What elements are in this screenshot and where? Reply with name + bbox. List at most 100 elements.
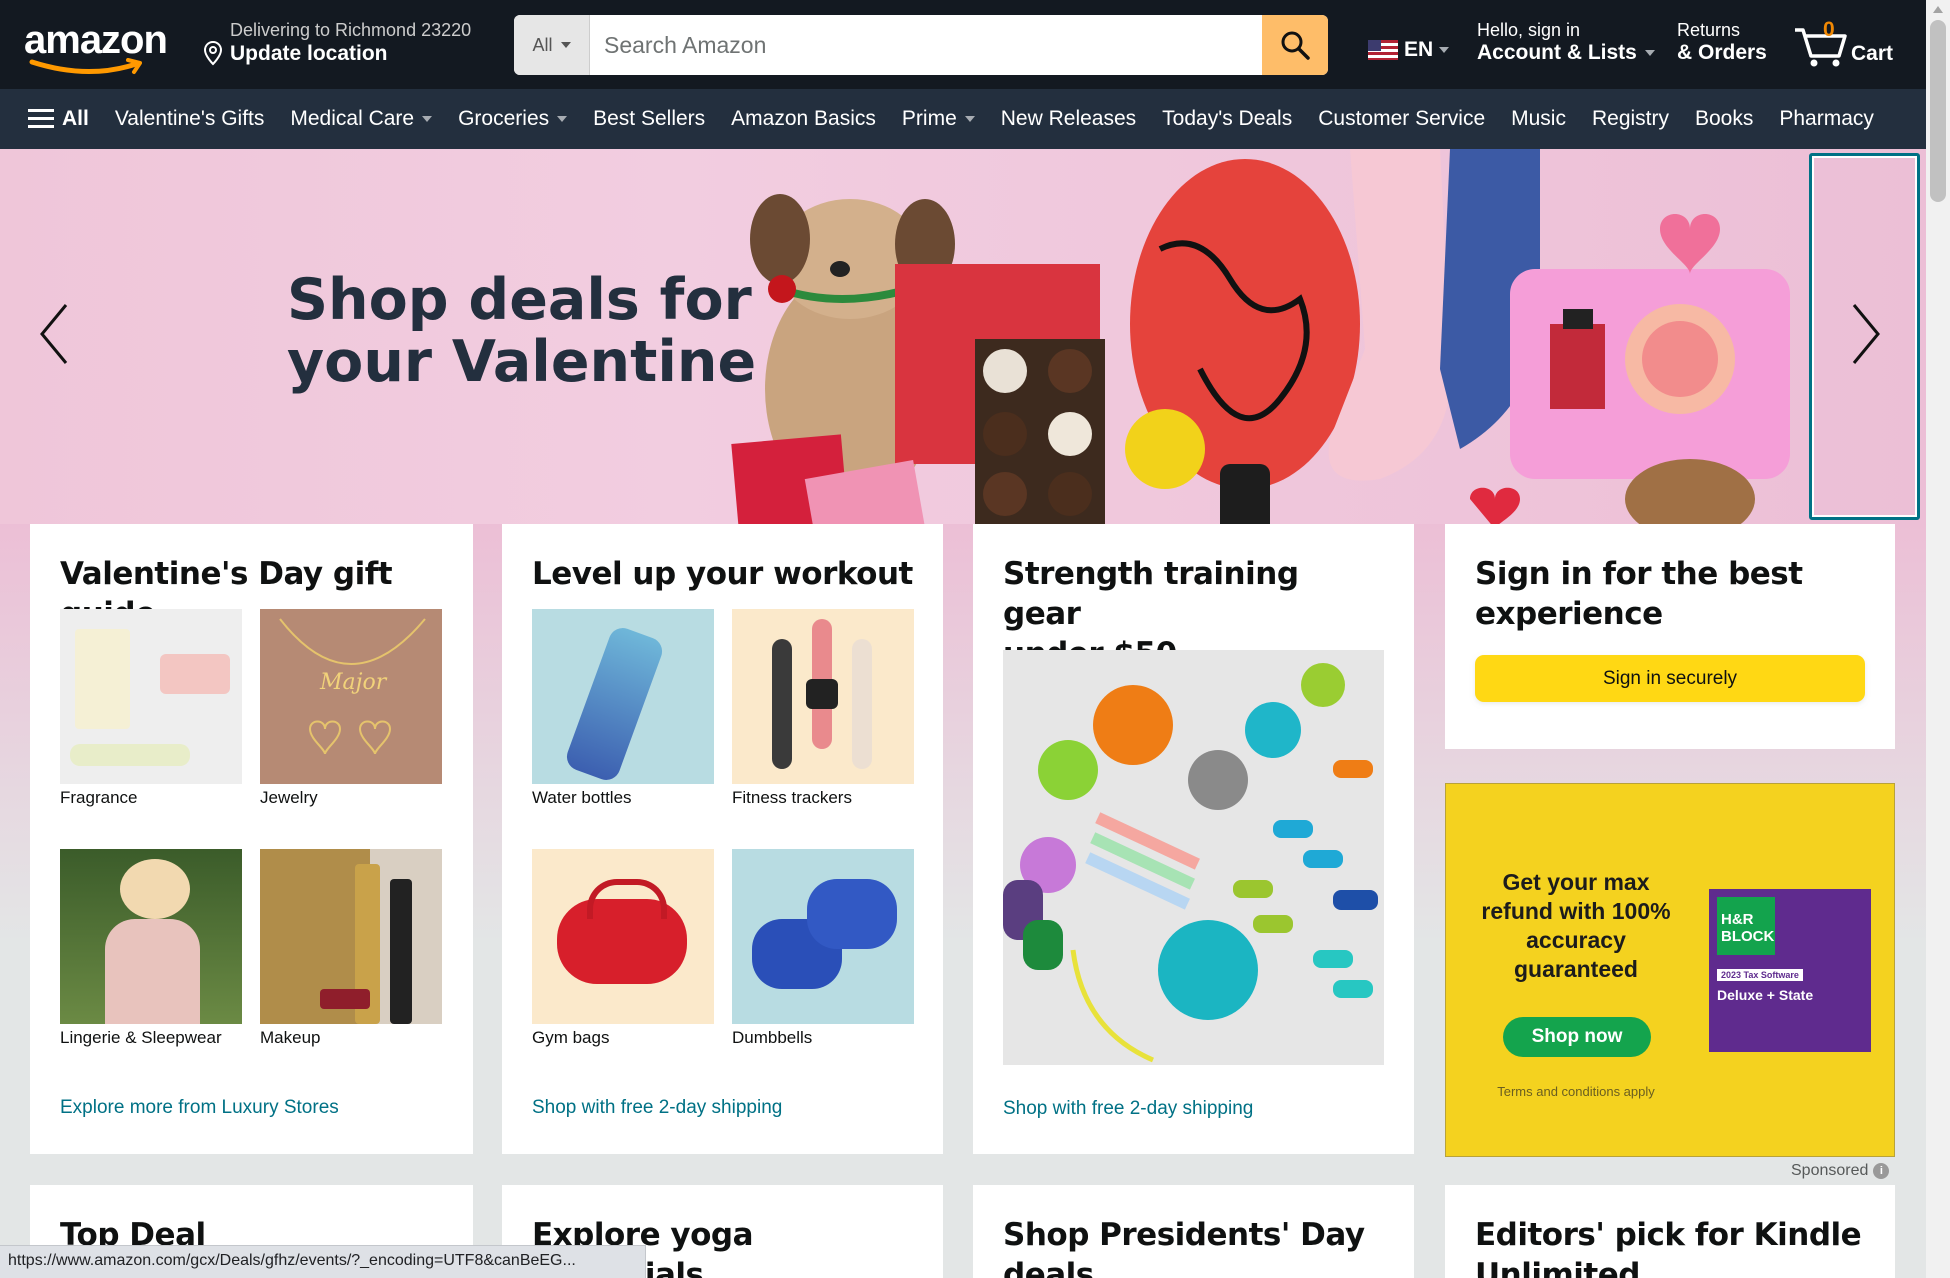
software-label: 2023 Tax Software <box>1717 969 1803 981</box>
category-caption: Fitness trackers <box>732 788 852 807</box>
nav-item-label: Music <box>1511 107 1566 130</box>
nav-item-label: Amazon Basics <box>731 107 876 130</box>
category-dumbbells[interactable]: Dumbbells <box>732 849 914 1048</box>
nav-item-label: Medical Care <box>290 107 415 130</box>
nav-item-customer-service[interactable]: Customer Service <box>1305 99 1498 139</box>
nav-item-medical-care[interactable]: Medical Care <box>277 99 445 139</box>
nav-item-label: Pharmacy <box>1779 107 1874 130</box>
nav-item-label: Groceries <box>458 107 550 130</box>
info-icon: i <box>1873 1163 1890 1179</box>
nav-item-valentines-gifts[interactable]: Valentine's Gifts <box>102 99 278 139</box>
carousel-prev-icon[interactable] <box>34 299 74 369</box>
category-makeup[interactable]: Makeup <box>260 849 442 1048</box>
water-bottle-image <box>532 609 714 784</box>
nav-item-music[interactable]: Music <box>1498 99 1579 139</box>
chevron-down-icon <box>1439 47 1450 53</box>
card-title: Sign in for the best experience <box>1475 554 1865 634</box>
category-caption: Makeup <box>260 1028 321 1047</box>
nav-item-new-releases[interactable]: New Releases <box>988 99 1149 139</box>
fragrance-image <box>60 609 242 784</box>
strength-gear-image[interactable] <box>1003 650 1384 1065</box>
chevron-down-icon <box>560 42 571 48</box>
ad-headline: Get your max refund with 100% accuracy g… <box>1481 869 1671 982</box>
hr-block-logo: H&R BLOCK <box>1717 897 1775 955</box>
card-title-line-1: Editors' pick for Kindle <box>1475 1217 1862 1253</box>
search-category-select[interactable]: All <box>514 15 590 75</box>
chevron-down-icon <box>422 116 433 122</box>
scrollbar-thumb[interactable] <box>1930 20 1946 202</box>
category-fitness-trackers[interactable]: Fitness trackers <box>732 609 914 808</box>
update-location-label: Update location <box>230 42 388 65</box>
nav-item-amazon-basics[interactable]: Amazon Basics <box>718 99 889 139</box>
card-title-line-1: Sign in for the best <box>1475 556 1803 592</box>
ad-shop-now-button[interactable]: Shop now <box>1503 1017 1651 1057</box>
nav-item-todays-deals[interactable]: Today's Deals <box>1149 99 1305 139</box>
search-input[interactable] <box>590 15 1262 75</box>
hero-carousel[interactable]: Shop deals for your Valentine <box>0 149 1926 524</box>
sponsored-ad-hr-block[interactable]: Get your max refund with 100% accuracy g… <box>1445 783 1895 1157</box>
chevron-down-icon <box>1644 50 1655 56</box>
carousel-next-button[interactable] <box>1809 153 1920 520</box>
chevron-down-icon <box>964 116 975 122</box>
explore-luxury-stores-link[interactable]: Explore more from Luxury Stores <box>60 1097 339 1119</box>
card-strength-training: Strength training gearunder $50 Shop wit… <box>973 524 1414 1154</box>
sign-in-securely-button[interactable]: Sign in securely <box>1475 655 1865 702</box>
lingerie-image <box>60 849 242 1024</box>
nav-item-label: Best Sellers <box>593 107 706 130</box>
sponsored-text: Sponsored <box>1791 1162 1869 1179</box>
category-caption: Fragrance <box>60 788 138 807</box>
category-jewelry[interactable]: Major Jewelry <box>260 609 442 808</box>
nav-item-books[interactable]: Books <box>1682 99 1766 139</box>
jewelry-image: Major <box>260 609 442 784</box>
hamburger-menu-icon <box>28 109 54 129</box>
hero-title-line-1: Shop deals for <box>287 267 752 333</box>
returns-label: Returns <box>1677 20 1741 40</box>
account-and-lists[interactable]: Hello, sign in Account & Lists <box>1477 20 1655 65</box>
card-title: Editors' pick for Kindle Unlimited <box>1475 1215 1865 1278</box>
cart-button[interactable]: 0 Cart <box>1793 18 1903 72</box>
returns-and-orders[interactable]: Returns & Orders <box>1677 20 1767 65</box>
amazon-logo[interactable]: amazon <box>24 18 174 75</box>
sponsored-label[interactable]: Sponsored i <box>1791 1162 1890 1180</box>
top-navigation-bar: amazon Delivering to Richmond 23220 Upda… <box>0 0 1926 89</box>
tax-software-box: H&R BLOCK 2023 Tax Software Deluxe + Sta… <box>1709 889 1871 1052</box>
orders-label: & Orders <box>1677 41 1767 64</box>
nav-item-prime[interactable]: Prime <box>889 99 988 139</box>
secondary-navigation-bar: All Valentine's Gifts Medical Care Groce… <box>0 89 1926 149</box>
card-title-line-2: experience <box>1475 596 1663 632</box>
nav-item-label: Registry <box>1591 107 1669 130</box>
cart-label: Cart <box>1851 42 1894 65</box>
nav-item-registry[interactable]: Registry <box>1579 99 1682 139</box>
card-kindle-unlimited: Editors' pick for Kindle Unlimited <box>1445 1185 1895 1278</box>
category-water-bottles[interactable]: Water bottles <box>532 609 714 808</box>
category-lingerie-sleepwear[interactable]: Lingerie & Sleepwear <box>60 849 242 1048</box>
nav-item-label: New Releases <box>1000 107 1137 130</box>
search-button[interactable] <box>1262 15 1328 75</box>
page-scrollbar[interactable] <box>1926 0 1950 1278</box>
language-selector[interactable]: EN <box>1368 38 1450 62</box>
card-title: Shop Presidents' Day deals <box>1003 1215 1384 1278</box>
gym-bag-image <box>532 849 714 1024</box>
cart-count: 0 <box>1823 18 1835 41</box>
free-shipping-link[interactable]: Shop with free 2-day shipping <box>1003 1098 1253 1120</box>
category-fragrance[interactable]: Fragrance <box>60 609 242 808</box>
category-caption: Jewelry <box>260 788 318 807</box>
nav-item-best-sellers[interactable]: Best Sellers <box>580 99 718 139</box>
nav-item-groceries[interactable]: Groceries <box>445 99 580 139</box>
card-presidents-day: Shop Presidents' Day deals <box>973 1185 1414 1278</box>
nav-item-label: Today's Deals <box>1162 107 1293 130</box>
free-shipping-link[interactable]: Shop with free 2-day shipping <box>532 1097 782 1119</box>
us-flag-icon <box>1368 40 1398 60</box>
nav-item-pharmacy[interactable]: Pharmacy <box>1766 99 1887 139</box>
search-category-label: All <box>532 34 553 55</box>
location-pin-icon <box>203 40 223 66</box>
category-caption: Gym bags <box>532 1028 610 1047</box>
scroll-up-icon[interactable] <box>1933 6 1943 13</box>
card-title: Level up your workout <box>532 556 913 592</box>
delivery-address-label: Delivering to Richmond 23220 <box>230 20 472 40</box>
card-level-up-workout: Level up your workout Water bottles Fitn… <box>502 524 943 1154</box>
all-menu-button[interactable]: All <box>28 99 102 139</box>
category-gym-bags[interactable]: Gym bags <box>532 849 714 1048</box>
language-label: EN <box>1404 38 1434 61</box>
card-valentines-gift-guide: Valentine's Day gift guide Fragrance Maj… <box>30 524 473 1154</box>
